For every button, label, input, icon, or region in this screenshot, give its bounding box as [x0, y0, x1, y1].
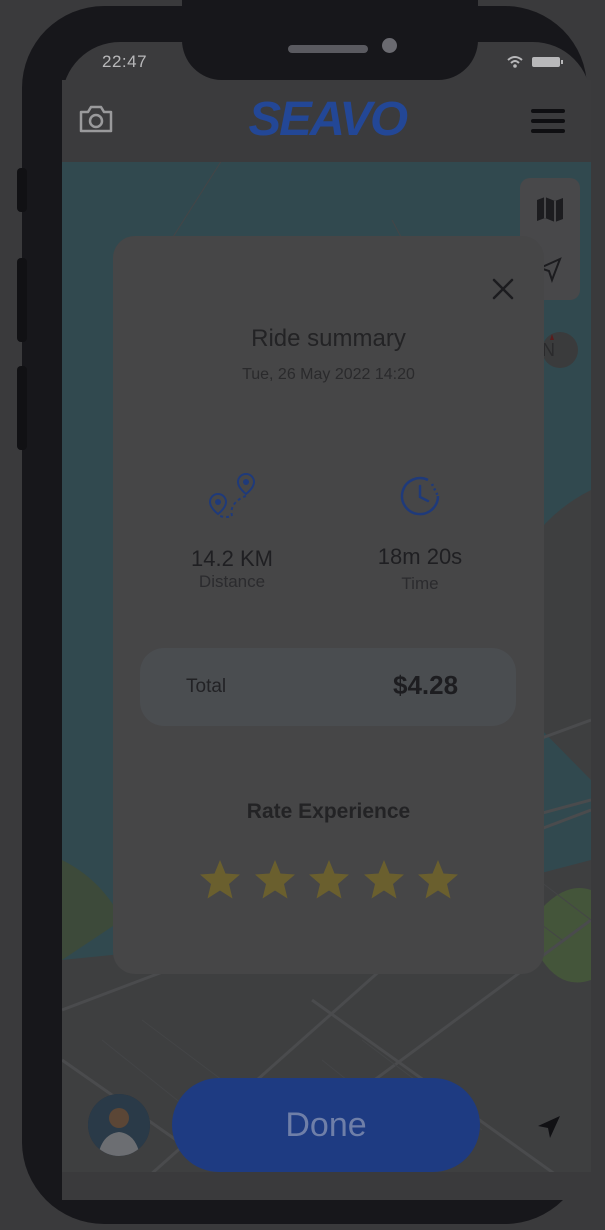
menu-button[interactable]: [531, 108, 565, 134]
locate-me-button[interactable]: [534, 1112, 564, 1142]
time-stat: 18m 20s Time: [348, 544, 492, 594]
distance-value: 14.2 KM: [191, 546, 273, 571]
total-amount: $4.28: [393, 670, 459, 700]
ride-date: Tue, 26 May 2022 14:20: [242, 366, 415, 383]
star-icon-5[interactable]: [416, 858, 460, 902]
hamburger-menu-icon: [531, 109, 565, 133]
distance-label: Distance: [198, 572, 266, 591]
camera-icon: [79, 105, 113, 133]
total-label: Total: [186, 676, 227, 697]
time-value: 18m 20s: [377, 544, 463, 569]
mute-switch: [17, 168, 27, 212]
star-icon-1[interactable]: [198, 858, 242, 902]
location-arrow-icon: [538, 1116, 560, 1138]
speaker-grille: [288, 45, 368, 53]
distance-stat: 14.2 KM Distance: [160, 546, 304, 592]
distance-icon-wrap: [206, 472, 260, 520]
star-icon-4[interactable]: [362, 858, 406, 902]
route-pins-icon: [208, 472, 256, 518]
time-icon-wrap: [398, 474, 442, 518]
notch: [182, 0, 478, 80]
user-photo: [88, 1094, 150, 1156]
compass[interactable]: N: [540, 330, 580, 370]
volume-up-button: [17, 258, 27, 342]
status-icons: [506, 54, 568, 70]
modal-title: Ride summary: [251, 325, 406, 352]
avatar[interactable]: [88, 1094, 150, 1156]
app-logo: SEAVO: [248, 93, 408, 146]
front-camera: [382, 38, 397, 53]
rate-experience-title: Rate Experience: [246, 800, 411, 823]
camera-button[interactable]: [78, 104, 114, 134]
status-time: 22:47: [102, 52, 148, 71]
map-layers-button[interactable]: [534, 194, 566, 224]
clock-icon: [400, 476, 440, 516]
close-button[interactable]: [486, 272, 520, 306]
star-rating[interactable]: [198, 858, 460, 902]
wifi-battery-icon: [507, 56, 563, 68]
done-button[interactable]: Done: [172, 1078, 480, 1172]
star-icon-2[interactable]: [253, 858, 297, 902]
volume-down-button: [17, 366, 27, 450]
time-label: Time: [401, 574, 439, 593]
star-icon-3[interactable]: [307, 858, 351, 902]
map-icon: [537, 197, 563, 222]
close-icon: [492, 278, 514, 300]
bottom-sheet-edge: [62, 1172, 591, 1200]
